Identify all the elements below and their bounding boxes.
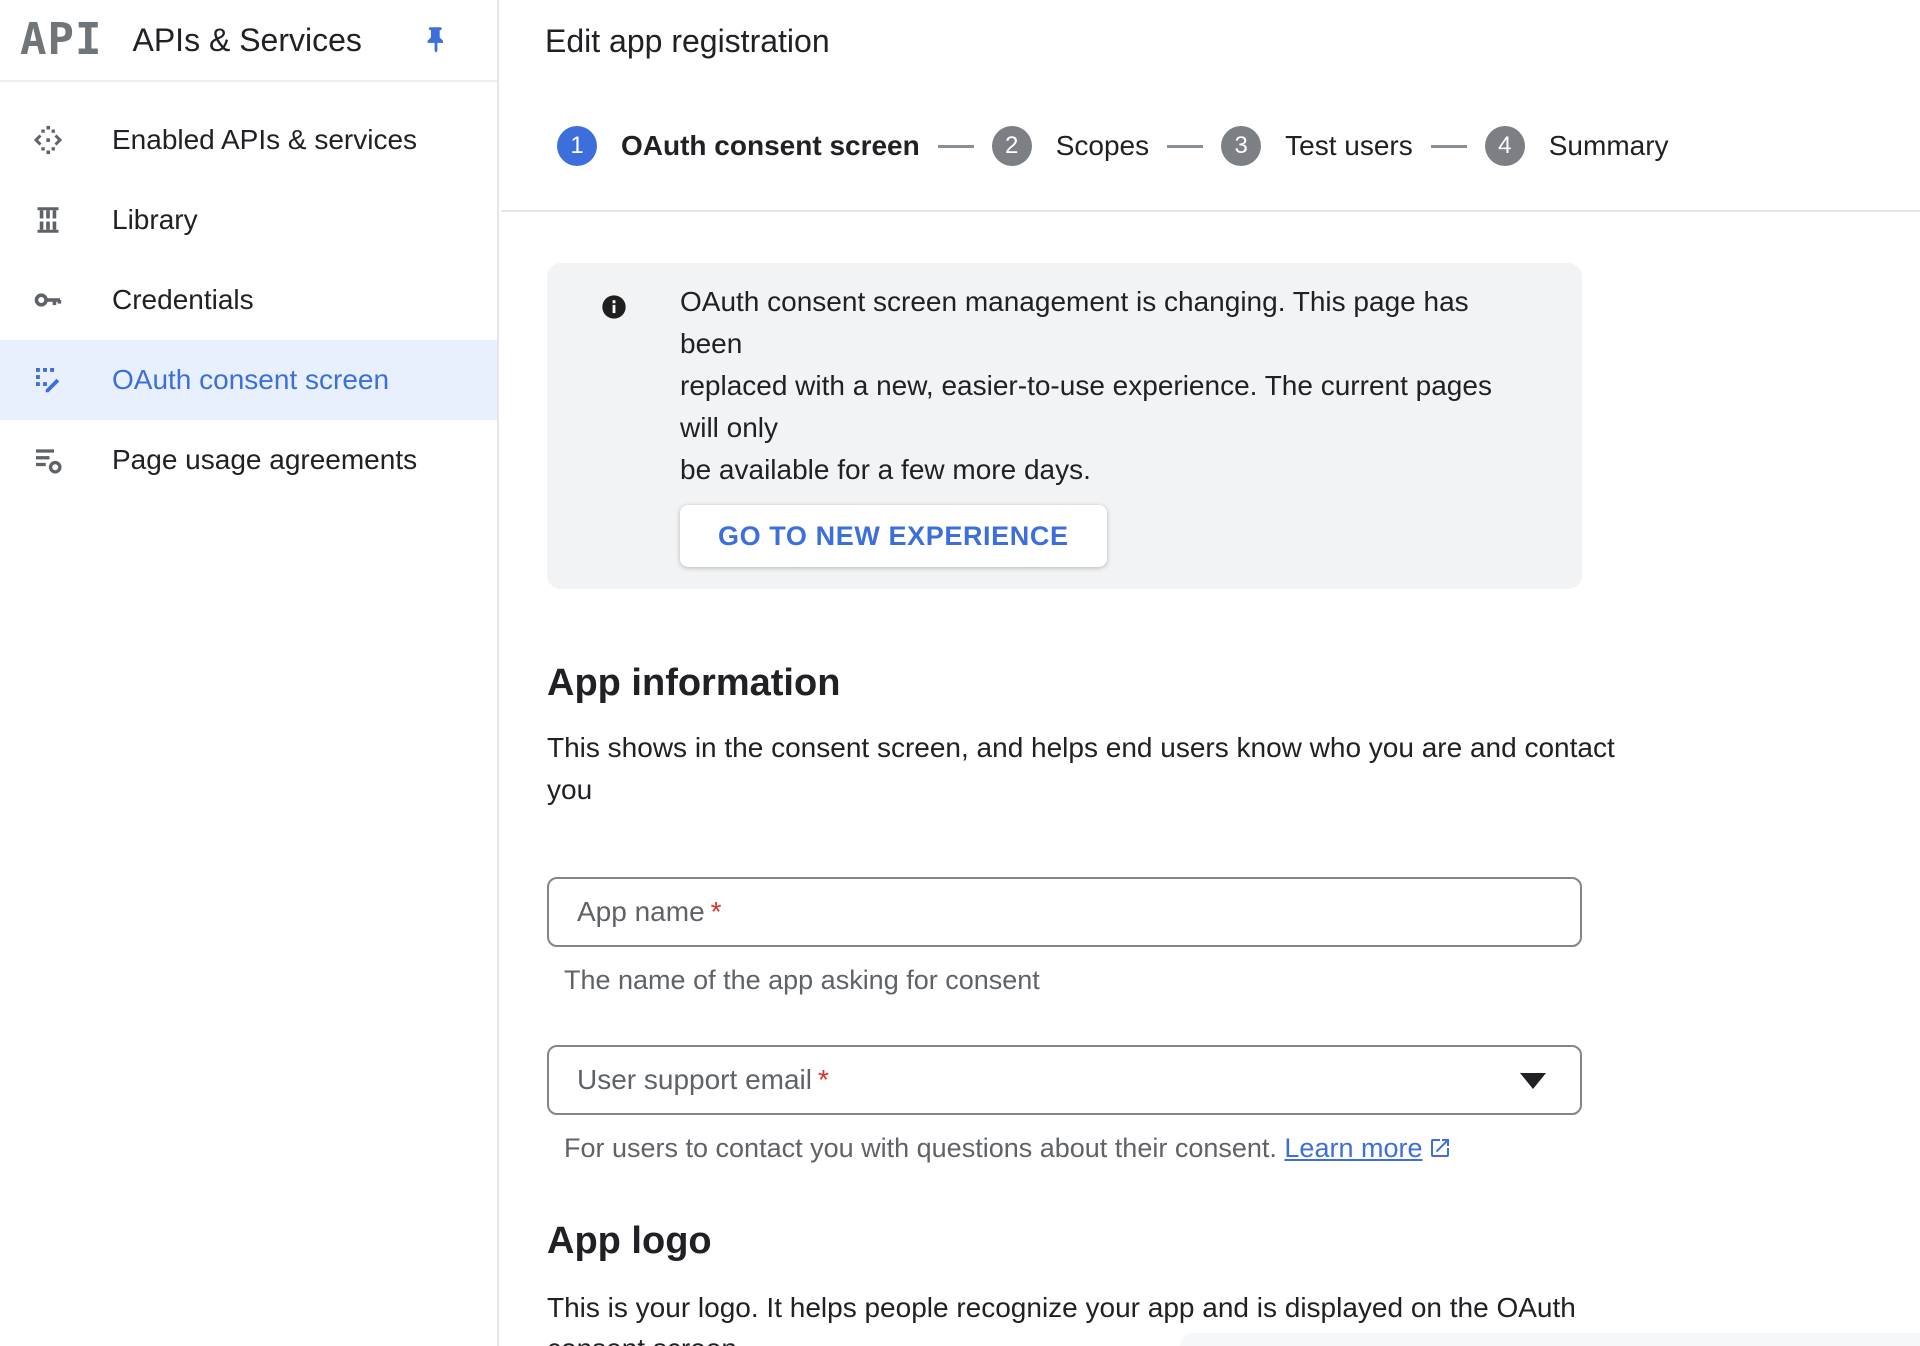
app-window: API APIs & Services En	[0, 0, 1920, 1346]
sidebar: API APIs & Services En	[0, 0, 499, 1346]
sidebar-item-label: Library	[112, 204, 198, 236]
sidebar-item-label: Page usage agreements	[112, 444, 417, 476]
app-name-helper: The name of the app asking for consent	[547, 963, 1920, 997]
go-to-new-experience-button[interactable]: GO TO NEW EXPERIENCE	[680, 505, 1107, 567]
api-logo: API	[20, 18, 102, 62]
sidebar-nav: Enabled APIs & services Library Crede	[0, 82, 497, 500]
page-title: Edit app registration	[545, 23, 830, 60]
enabled-apis-icon	[30, 122, 66, 158]
user-support-email-label: User support email*	[577, 1064, 829, 1096]
step-connector	[938, 145, 974, 148]
page-usage-icon	[30, 442, 66, 478]
step-label: Summary	[1549, 130, 1669, 162]
sidebar-item-label: Credentials	[112, 284, 254, 316]
app-name-input[interactable]	[549, 879, 1580, 945]
app-information-description: This shows in the consent screen, and he…	[547, 727, 1920, 811]
main-panel: Edit app registration 1 OAuth consent sc…	[501, 0, 1920, 1346]
key-icon	[30, 282, 66, 318]
banner-message: OAuth consent screen management is chang…	[680, 281, 1510, 491]
app-name-field[interactable]: App name*	[547, 877, 1582, 947]
sidebar-item-page-usage-agreements[interactable]: Page usage agreements	[0, 420, 497, 500]
step-connector	[1431, 145, 1467, 148]
info-banner: OAuth consent screen management is chang…	[547, 263, 1582, 589]
step-oauth-consent-screen[interactable]: 1 OAuth consent screen	[557, 126, 920, 166]
sidebar-header: API APIs & Services	[0, 0, 497, 82]
step-label: Scopes	[1056, 130, 1149, 162]
user-support-email-select[interactable]: User support email*	[547, 1045, 1582, 1115]
bottom-partial-card	[1180, 1333, 1920, 1346]
learn-more-link[interactable]: Learn more	[1284, 1133, 1422, 1163]
sidebar-item-credentials[interactable]: Credentials	[0, 260, 497, 340]
sidebar-item-label: Enabled APIs & services	[112, 124, 417, 156]
step-label: Test users	[1285, 130, 1413, 162]
step-connector	[1167, 145, 1203, 148]
step-number: 3	[1221, 126, 1261, 166]
sidebar-item-library[interactable]: Library	[0, 180, 497, 260]
pin-icon[interactable]	[419, 23, 453, 57]
step-number: 2	[992, 126, 1032, 166]
dropdown-caret-icon	[1520, 1073, 1546, 1089]
step-scopes[interactable]: 2 Scopes	[992, 126, 1149, 166]
library-icon	[30, 202, 66, 238]
oauth-consent-icon	[30, 362, 66, 398]
step-number: 1	[557, 126, 597, 166]
required-asterisk: *	[818, 1064, 829, 1095]
stepper: 1 OAuth consent screen 2 Scopes 3 Test u…	[501, 82, 1920, 212]
info-icon	[600, 293, 628, 491]
step-test-users[interactable]: 3 Test users	[1221, 126, 1413, 166]
app-logo-heading: App logo	[547, 1220, 1920, 1263]
product-title: APIs & Services	[132, 22, 361, 59]
step-summary[interactable]: 4 Summary	[1485, 126, 1669, 166]
external-link-icon	[1428, 1134, 1452, 1168]
sidebar-item-enabled-apis[interactable]: Enabled APIs & services	[0, 100, 497, 180]
step-label: OAuth consent screen	[621, 130, 920, 162]
sidebar-item-oauth-consent-screen[interactable]: OAuth consent screen	[0, 340, 497, 420]
app-information-heading: App information	[547, 662, 1920, 705]
user-support-email-helper: For users to contact you with questions …	[547, 1131, 1920, 1168]
step-number: 4	[1485, 126, 1525, 166]
main-header: Edit app registration	[501, 0, 1920, 82]
sidebar-item-label: OAuth consent screen	[112, 364, 389, 396]
form-content: App information This shows in the consen…	[501, 662, 1920, 1346]
